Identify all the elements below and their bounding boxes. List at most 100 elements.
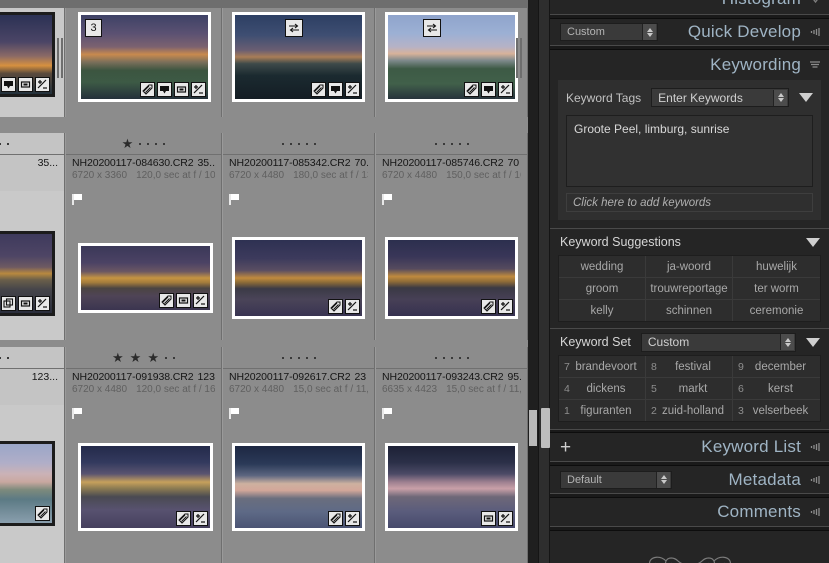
thumbnail-badges[interactable] [159,293,208,308]
grid-cell-photo-1-2[interactable] [222,223,375,340]
crop-icon[interactable] [481,511,496,526]
grid-cell-photo-2-0[interactable] [0,437,65,563]
keyword-tag-icon[interactable] [328,511,343,526]
develop-icon[interactable] [35,77,50,92]
keyword-suggestions-header[interactable]: Keyword Suggestions [550,229,829,255]
keyword-tag-icon[interactable] [35,506,50,521]
grid-cell-info-1-0[interactable]: .CR2 123... sec at f / 14,... [0,347,65,437]
suggestion-item[interactable]: huwelijk [733,256,820,277]
star-rating[interactable] [434,352,469,364]
star-rating[interactable]: ★ ★ ★ [112,351,175,364]
rating-stars-row[interactable] [223,347,374,369]
panel-section-metadata[interactable]: Default Metadata [550,466,829,493]
rating-stars-row[interactable] [376,133,527,155]
panel-section-quick-develop[interactable]: Custom Quick Develop [550,19,829,45]
rating-stars-row[interactable] [376,347,527,369]
collapse-arrow-icon[interactable] [809,506,821,518]
star-rating[interactable] [0,138,9,150]
stepper-icon[interactable] [773,89,787,106]
thumbnail-image[interactable] [232,12,365,102]
thumbnail-badges[interactable] [0,77,50,92]
develop-icon[interactable] [498,82,513,97]
star-rating[interactable] [281,138,316,150]
grid-cell-photo-0-3[interactable] [375,0,528,117]
collapse-arrow-icon[interactable] [809,26,821,38]
suggestion-item[interactable]: groom [559,278,646,299]
star-rating[interactable] [281,352,316,364]
thumbnail-badges[interactable] [0,296,50,311]
develop-icon[interactable] [345,82,360,97]
collapse-arrow-icon[interactable] [809,59,821,71]
keyword-set-item[interactable]: 9 december [733,356,820,377]
collapse-arrow-icon[interactable] [809,474,821,486]
grid-cell-photo-0-2[interactable] [222,0,375,117]
keywords-textarea[interactable]: Groote Peel, limburg, sunrise [566,115,813,187]
thumbnail-image[interactable]: 3 [78,12,211,102]
panel-section-keyword-list[interactable]: + Keyword List [550,433,829,461]
grid-cell-info-0-3[interactable]: NH20200117-085746.CR2 70 mm 6720 x 4480 … [375,133,528,223]
grid-cell-photo-1-3[interactable] [375,223,528,340]
keyword-set-item[interactable]: 8 festival [646,356,733,377]
comment-icon[interactable] [481,82,496,97]
comment-icon[interactable] [1,77,16,92]
thumbnail-badges[interactable] [140,82,206,97]
panel-scrollbar[interactable] [538,0,550,563]
crop-icon[interactable] [18,296,33,311]
suggestion-item[interactable]: wedding [559,256,646,277]
resize-grip[interactable] [61,38,63,78]
develop-icon[interactable] [345,299,360,314]
thumbnail-image[interactable] [232,443,365,531]
rating-stars-row[interactable] [223,133,374,155]
flag-icon[interactable] [229,407,240,419]
keyword-set-item[interactable]: 2 zuid-holland [646,400,733,421]
collapse-arrow-icon[interactable] [809,441,821,453]
grid-cell-photo-0-1[interactable]: 3 [65,0,222,117]
thumbnail-badges[interactable] [328,299,360,314]
grid-cell-info-0-0[interactable]: .CR2 35... ec at f / 8,0,... [0,133,65,223]
thumbnail-image[interactable] [78,443,213,531]
develop-icon[interactable] [498,511,513,526]
grid-cell-photo-2-2[interactable] [222,437,375,563]
suggestion-item[interactable]: schinnen [646,300,733,321]
add-keyword-button[interactable]: + [560,438,571,457]
grid-cell-info-1-3[interactable]: NH20200117-093243.CR2 95... 6635 x 4423 … [375,347,528,437]
thumbnail-badges[interactable] [176,511,208,526]
keyword-tag-icon[interactable] [328,299,343,314]
star-rating[interactable] [434,138,469,150]
metadata-preset-select[interactable]: Default [560,470,672,489]
grid-cell-photo-2-1[interactable] [65,437,222,563]
stepper-icon[interactable] [780,334,794,350]
thumbnail-image[interactable] [0,441,55,526]
develop-icon[interactable] [193,511,208,526]
keyword-set-item[interactable]: 6 kerst [733,378,820,399]
rotate-icon[interactable] [423,19,441,37]
comment-icon[interactable] [157,82,172,97]
rating-stars-row[interactable] [0,347,64,369]
quick-develop-preset-select[interactable]: Custom [560,23,658,41]
keyword-tag-icon[interactable] [464,82,479,97]
flag-icon[interactable] [229,193,240,205]
suggestion-item[interactable]: ja-woord [646,256,733,277]
star-rating[interactable] [0,352,9,364]
keyword-set-header[interactable]: Keyword Set Custom [550,329,829,355]
thumbnail-image[interactable] [385,237,518,319]
grid-cell-info-1-2[interactable]: NH20200117-092617.CR2 23 mm 6720 x 4480 … [222,347,375,437]
stepper-icon[interactable] [642,24,656,40]
keyword-set-item[interactable]: 5 markt [646,378,733,399]
grid-cell-photo-2-3[interactable] [375,437,528,563]
develop-icon[interactable] [345,511,360,526]
thumbnail-image[interactable] [232,237,365,319]
comment-icon[interactable] [328,82,343,97]
flag-icon[interactable] [72,193,83,205]
crop-icon[interactable] [18,77,33,92]
develop-icon[interactable] [191,82,206,97]
thumbnail-image[interactable] [0,231,55,316]
panel-scrollbar-thumb[interactable] [541,408,550,448]
grid-cell-photo-1-1[interactable] [65,223,222,340]
suggestion-item[interactable]: ter worm [733,278,820,299]
thumbnail-image[interactable] [385,443,518,531]
rotate-icon[interactable] [285,19,303,37]
flag-icon[interactable] [382,407,393,419]
keyword-tag-icon[interactable] [176,511,191,526]
grid-scrollbar-thumb[interactable] [529,410,537,446]
